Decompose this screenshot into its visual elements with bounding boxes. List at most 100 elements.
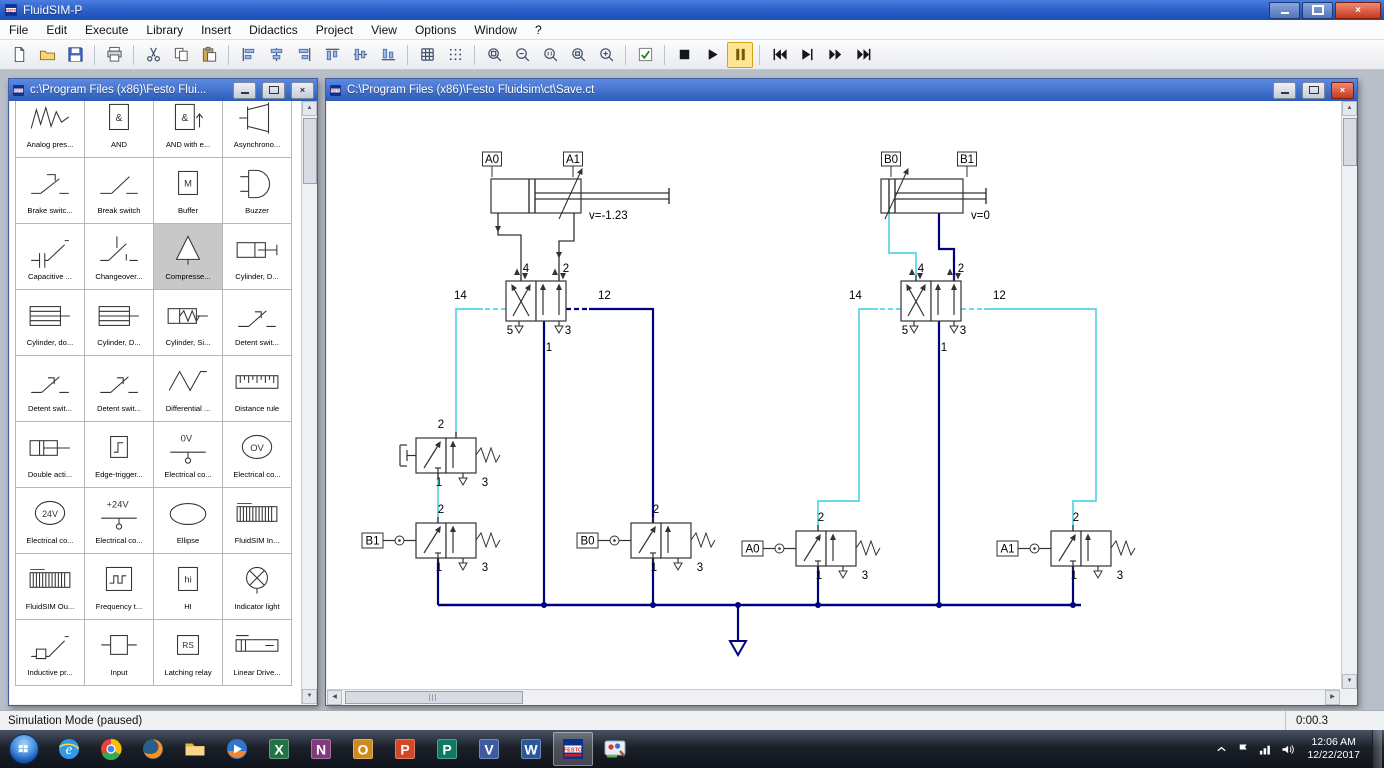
show-desktop-button[interactable] [1372, 730, 1382, 768]
restore-button[interactable] [1302, 1, 1333, 19]
circuit-vertical-scrollbar[interactable]: ▲ ▼ [1341, 101, 1357, 689]
align-bottom-button[interactable] [375, 42, 401, 68]
library-close-button[interactable]: × [291, 81, 314, 99]
media-player-taskbar-button[interactable] [217, 732, 257, 766]
library-item-13[interactable]: Cylinder, D... [84, 289, 154, 356]
scroll-up-icon[interactable]: ▲ [1342, 101, 1357, 116]
library-item-27[interactable]: FluidSIM In... [222, 487, 292, 554]
sim-pause-button[interactable] [727, 41, 753, 68]
paint-taskbar-button[interactable] [595, 732, 635, 766]
library-item-32[interactable]: Inductive pr... [15, 619, 85, 686]
onenote-taskbar-button[interactable]: N [301, 732, 341, 766]
library-item-19[interactable]: Distance rule [222, 355, 292, 422]
library-item-26[interactable]: Ellipse [153, 487, 223, 554]
library-minimize-button[interactable] [233, 81, 256, 99]
fluidsim-taskbar-button[interactable]: FESTO [553, 732, 593, 766]
publisher-taskbar-button[interactable]: P [427, 732, 467, 766]
menu-didactics[interactable]: Didactics [240, 21, 307, 39]
firefox-taskbar-button[interactable] [133, 732, 173, 766]
menu-help[interactable]: ? [526, 21, 551, 39]
chevron-up-icon[interactable] [1214, 742, 1229, 757]
library-item-23[interactable]: OV Electrical co... [222, 421, 292, 488]
sim-next-button[interactable] [822, 42, 848, 68]
zoom-out-button[interactable] [509, 42, 535, 68]
library-window-titlebar[interactable]: FESTO c:\Program Files (x86)\Festo Flui.… [9, 79, 317, 101]
circuit-minimize-button[interactable] [1273, 81, 1296, 99]
library-item-11[interactable]: Cylinder, D... [222, 223, 292, 290]
align-left-button[interactable] [235, 42, 261, 68]
library-vertical-scrollbar[interactable]: ▲ ▼ [301, 101, 317, 704]
zoom-original-button[interactable] [537, 42, 563, 68]
library-item-20[interactable]: Double acti... [15, 421, 85, 488]
save-button[interactable] [62, 42, 88, 68]
menu-project[interactable]: Project [307, 21, 362, 39]
library-maximize-button[interactable] [262, 81, 285, 99]
network-icon[interactable] [1258, 742, 1273, 757]
outlook-taskbar-button[interactable]: O [343, 732, 383, 766]
copy-button[interactable] [168, 42, 194, 68]
snap-button[interactable] [442, 42, 468, 68]
library-item-33[interactable]: Input [84, 619, 154, 686]
visio-taskbar-button[interactable]: V [469, 732, 509, 766]
tray-clock[interactable]: 12:06 AM 12/22/2017 [1302, 736, 1365, 762]
library-item-21[interactable]: Edge-trigger... [84, 421, 154, 488]
paste-button[interactable] [196, 42, 222, 68]
library-item-30[interactable]: hi HI [153, 553, 223, 620]
library-item-31[interactable]: Indicator light [222, 553, 292, 620]
grid-button[interactable] [414, 42, 440, 68]
new-button[interactable] [6, 42, 32, 68]
sim-stop-button[interactable] [671, 42, 697, 68]
volume-icon[interactable] [1280, 742, 1295, 757]
align-top-button[interactable] [319, 42, 345, 68]
align-right-button[interactable] [291, 42, 317, 68]
circuit-maximize-button[interactable] [1302, 81, 1325, 99]
align-center-button[interactable] [263, 42, 289, 68]
library-item-7[interactable]: Buzzer [222, 157, 292, 224]
library-item-34[interactable]: RS Latching relay [153, 619, 223, 686]
powerpoint-taskbar-button[interactable]: P [385, 732, 425, 766]
library-item-16[interactable]: Detent swit... [15, 355, 85, 422]
zoom-window-button[interactable] [481, 42, 507, 68]
library-item-28[interactable]: FluidSIM Ou... [15, 553, 85, 620]
menu-library[interactable]: Library [137, 21, 192, 39]
circuit-check-button[interactable] [632, 42, 658, 68]
action-center-icon[interactable] [1236, 742, 1251, 757]
menu-view[interactable]: View [362, 21, 406, 39]
library-item-25[interactable]: +24V Electrical co... [84, 487, 154, 554]
circuit-vscroll-thumb[interactable] [1343, 118, 1357, 166]
library-item-2[interactable]: & AND with e... [153, 101, 223, 158]
file-explorer-taskbar-button[interactable] [175, 732, 215, 766]
library-item-6[interactable]: M Buffer [153, 157, 223, 224]
scroll-up-icon[interactable]: ▲ [302, 101, 317, 116]
library-item-8[interactable]: Capacitive ... [15, 223, 85, 290]
library-item-14[interactable]: Cylinder, Si... [153, 289, 223, 356]
zoom-in-button[interactable] [593, 42, 619, 68]
sim-step-button[interactable] [794, 42, 820, 68]
circuit-canvas[interactable]: A0 A1 v=-1.23 B0 B1 v=0 4 2 14 12 5 3 1 4 2 14 12 5 3 1 2 1 3 2… [327, 101, 1342, 691]
close-button[interactable]: × [1335, 1, 1381, 19]
align-middle-button[interactable] [347, 42, 373, 68]
library-item-4[interactable]: Brake switc... [15, 157, 85, 224]
library-item-1[interactable]: & AND [84, 101, 154, 158]
cut-button[interactable] [140, 42, 166, 68]
menu-insert[interactable]: Insert [192, 21, 240, 39]
library-scroll-thumb[interactable] [303, 118, 317, 184]
sim-end-button[interactable] [850, 42, 876, 68]
circuit-hscroll-thumb[interactable] [345, 691, 523, 704]
scroll-left-icon[interactable]: ◀ [327, 690, 342, 705]
sim-play-button[interactable] [699, 42, 725, 68]
library-item-24[interactable]: 24V Electrical co... [15, 487, 85, 554]
start-button[interactable] [1, 732, 47, 766]
library-item-3[interactable]: Asynchrono... [222, 101, 292, 158]
minimize-button[interactable] [1269, 1, 1300, 19]
word-taskbar-button[interactable]: W [511, 732, 551, 766]
circuit-horizontal-scrollbar[interactable]: ◀ ▶ [327, 689, 1340, 705]
menu-file[interactable]: File [0, 21, 37, 39]
menu-window[interactable]: Window [465, 21, 526, 39]
excel-taskbar-button[interactable]: X [259, 732, 299, 766]
library-item-29[interactable]: Frequency t... [84, 553, 154, 620]
sim-reset-button[interactable] [766, 42, 792, 68]
library-item-0[interactable]: Analog pres... [15, 101, 85, 158]
open-button[interactable] [34, 42, 60, 68]
library-item-5[interactable]: Break switch [84, 157, 154, 224]
